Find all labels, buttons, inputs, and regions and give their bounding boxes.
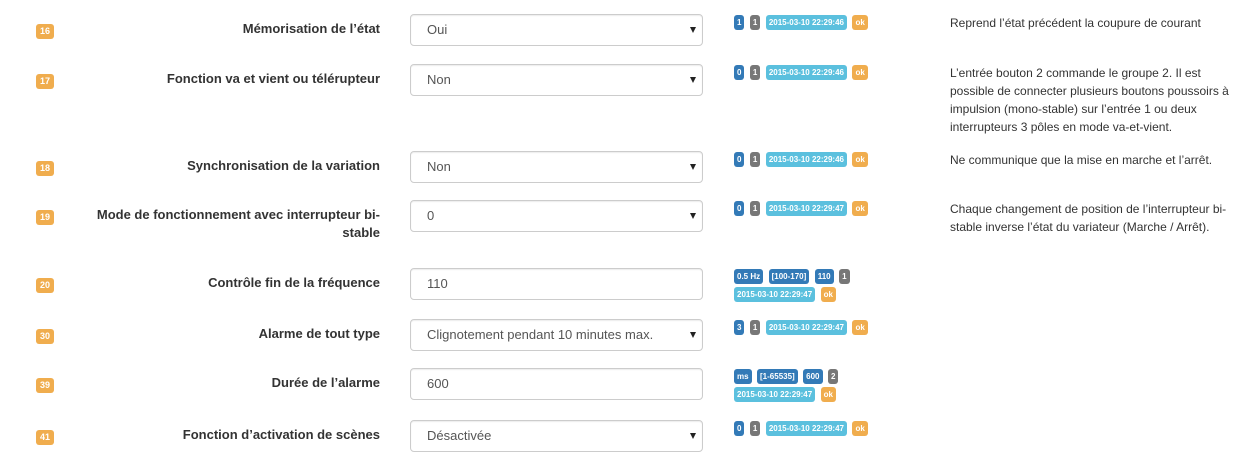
size-badge: 1 [749, 201, 761, 216]
param-select[interactable]: Non [410, 151, 703, 183]
timestamp-badge: 2015-03-10 22:29:47 [734, 287, 816, 302]
param-badges: 0 1 2015-03-10 22:29:47 ok [734, 201, 924, 219]
timestamp-badge: 2015-03-10 22:29:46 [765, 15, 847, 30]
param-number-badge: 19 [36, 210, 55, 225]
param-select[interactable]: Non [410, 64, 703, 96]
param-number-badge: 16 [36, 24, 55, 39]
select-value: Clignotement pendant 10 minutes max. [427, 327, 654, 342]
param-number-badge: 41 [36, 430, 55, 445]
select-value: 0 [427, 208, 435, 223]
size-badge: 1 [749, 15, 761, 30]
param-label: Mode de fonctionnement avec interrupteur… [96, 207, 380, 240]
param-number-badge: 17 [36, 74, 55, 89]
param-label: Synchronisation de la variation [187, 158, 380, 173]
range-badge: [100-170] [768, 269, 810, 284]
timestamp-badge: 2015-03-10 22:29:47 [765, 201, 847, 216]
value-badge: 110 [814, 269, 834, 284]
param-description: Ne communique que la mise en marche et l… [950, 153, 1213, 167]
status-badge: ok [852, 201, 868, 216]
status-badge: ok [820, 387, 836, 402]
param-number-badge: 20 [36, 278, 55, 293]
size-badge: 2 [827, 369, 839, 384]
status-badge: ok [852, 152, 868, 167]
param-label: Fonction va et vient ou télérupteur [166, 71, 380, 86]
param-label: Durée de l’alarme [271, 375, 380, 390]
size-badge: 1 [839, 269, 850, 284]
value-badge: 3 [734, 320, 745, 335]
param-label: Alarme de tout type [258, 326, 380, 341]
param-number-badge: 30 [36, 329, 55, 344]
value-badge: 0 [734, 421, 745, 436]
size-badge: 1 [749, 320, 761, 335]
caret-down-icon [690, 332, 696, 338]
value-badge: 0 [734, 65, 745, 80]
param-select[interactable]: Désactivée [410, 420, 703, 452]
size-badge: 1 [749, 421, 761, 436]
param-number-badge: 39 [36, 378, 55, 393]
timestamp-badge: 2015-03-10 22:29:46 [765, 152, 847, 167]
param-select[interactable]: Clignotement pendant 10 minutes max. [410, 319, 703, 351]
status-badge: ok [852, 15, 868, 30]
caret-down-icon [690, 77, 696, 83]
param-select[interactable]: Oui [410, 14, 703, 46]
param-select[interactable]: 0 [410, 200, 703, 232]
param-input[interactable]: 600 [410, 368, 703, 400]
status-badge: ok [820, 287, 836, 302]
select-value: Oui [427, 22, 448, 37]
size-badge: 1 [749, 152, 761, 167]
param-number-badge: 18 [36, 161, 55, 176]
timestamp-badge: 2015-03-10 22:29:47 [734, 387, 816, 402]
unit-badge: 0.5 Hz [734, 269, 764, 284]
param-description: Reprend l’état précédent la coupure de c… [950, 16, 1201, 30]
param-description: L’entrée bouton 2 commande le groupe 2. … [950, 66, 1229, 134]
select-value: Désactivée [427, 428, 492, 443]
caret-down-icon [690, 164, 696, 170]
select-value: Non [427, 159, 451, 174]
param-badges: 0 1 2015-03-10 22:29:46 ok [734, 65, 924, 83]
size-badge: 1 [749, 65, 761, 80]
caret-down-icon [690, 433, 696, 439]
parameter-list: 16 Mémorisation de l’état Oui 1 1 2015-0… [0, 0, 1249, 459]
timestamp-badge: 2015-03-10 22:29:47 [765, 421, 847, 436]
unit-badge: ms [734, 369, 752, 384]
status-badge: ok [852, 421, 868, 436]
param-badges: ms [1-65535] 600 2 2015-03-10 22:29:47 o… [734, 369, 924, 405]
param-label: Contrôle fin de la fréquence [208, 275, 380, 290]
caret-down-icon [690, 213, 696, 219]
param-badges: 0 1 2015-03-10 22:29:46 ok [734, 152, 924, 170]
timestamp-badge: 2015-03-10 22:29:47 [765, 320, 847, 335]
timestamp-badge: 2015-03-10 22:29:46 [765, 65, 847, 80]
range-badge: [1-65535] [757, 369, 798, 384]
param-input[interactable]: 110 [410, 268, 703, 300]
value-badge: 0 [734, 152, 745, 167]
select-value: Non [427, 72, 451, 87]
value-badge: 0 [734, 201, 745, 216]
status-badge: ok [852, 65, 868, 80]
param-badges: 0.5 Hz [100-170] 110 1 2015-03-10 22:29:… [734, 269, 924, 305]
value-badge: 1 [734, 15, 745, 30]
param-badges: 1 1 2015-03-10 22:29:46 ok [734, 15, 924, 33]
value-badge: 600 [803, 369, 823, 384]
param-label: Mémorisation de l’état [242, 21, 380, 36]
status-badge: ok [852, 320, 868, 335]
param-badges: 3 1 2015-03-10 22:29:47 ok [734, 320, 924, 338]
caret-down-icon [690, 27, 696, 33]
param-badges: 0 1 2015-03-10 22:29:47 ok [734, 421, 924, 439]
param-label: Fonction d’activation de scènes [182, 427, 380, 442]
param-description: Chaque changement de position de l’inter… [950, 202, 1227, 234]
